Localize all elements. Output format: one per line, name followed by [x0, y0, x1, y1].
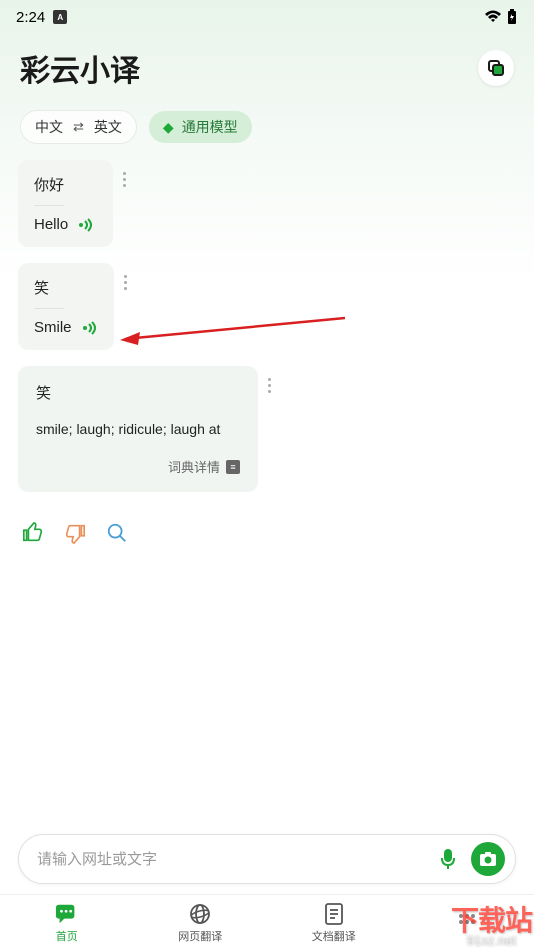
nav-doc[interactable]: 文档翻译 [267, 895, 401, 950]
url-text-input[interactable] [37, 851, 425, 868]
input-bar-container [0, 824, 534, 894]
grid-icon [456, 911, 478, 933]
language-row: 中文 ⇄ 英文 ◆ 通用模型 [0, 110, 534, 160]
translation-card[interactable]: 你好 Hello [18, 160, 113, 247]
translation-card-row: 你好 Hello [18, 160, 516, 247]
app-title: 彩云小译 [20, 46, 140, 90]
search-icon [106, 522, 128, 544]
more-menu[interactable] [124, 263, 127, 290]
dict-card-row: 笑 smile; laugh; ridicule; laugh at 词典详情 … [18, 366, 516, 492]
translation-card[interactable]: 笑 Smile [18, 263, 114, 350]
mic-icon [439, 848, 457, 870]
dict-detail-label: 词典详情 [168, 457, 220, 476]
book-icon: ≡ [226, 460, 240, 474]
globe-icon [188, 902, 212, 926]
language-selector[interactable]: 中文 ⇄ 英文 [20, 110, 137, 144]
thumbs-down-button[interactable] [64, 522, 86, 547]
swap-icon: ⇄ [73, 119, 84, 135]
feedback-actions [18, 508, 516, 561]
status-badge-icon: A [53, 10, 67, 24]
result-text: Smile [34, 319, 72, 336]
mic-button[interactable] [431, 842, 465, 876]
model-selector[interactable]: ◆ 通用模型 [149, 111, 252, 143]
camera-icon [479, 851, 497, 867]
speaker-icon[interactable] [78, 217, 94, 233]
lang-to: 英文 [94, 117, 122, 137]
more-menu[interactable] [268, 366, 271, 393]
battery-icon [506, 9, 518, 25]
source-text: 你好 [34, 174, 97, 195]
content-area: 你好 Hello 笑 Smile 笑 smile; laugh; ridicul… [0, 160, 534, 561]
model-label: 通用模型 [182, 117, 238, 137]
nav-label: 网页翻译 [178, 928, 222, 944]
nav-home[interactable]: 首页 [0, 895, 134, 950]
lang-from: 中文 [35, 117, 63, 137]
dict-detail-link[interactable]: 词典详情 ≡ [36, 457, 240, 476]
nav-more[interactable] [401, 895, 534, 950]
copy-icon [487, 59, 505, 77]
dict-source: 笑 [36, 382, 240, 403]
bottom-nav: 首页 网页翻译 文档翻译 [0, 894, 534, 950]
more-menu[interactable] [123, 160, 126, 187]
wifi-icon [484, 10, 502, 24]
result-text: Hello [34, 216, 68, 233]
status-time: 2:24 [16, 9, 45, 26]
camera-button[interactable] [471, 842, 505, 876]
search-button[interactable] [106, 522, 128, 547]
document-icon [324, 902, 344, 926]
nav-web[interactable]: 网页翻译 [134, 895, 268, 950]
copy-button[interactable] [478, 50, 514, 86]
diamond-icon: ◆ [163, 119, 174, 136]
dict-result: smile; laugh; ridicule; laugh at [36, 421, 240, 437]
header: 彩云小译 [0, 34, 534, 110]
nav-label: 文档翻译 [312, 928, 356, 944]
chat-icon [55, 902, 79, 926]
divider [34, 205, 64, 206]
input-bar [18, 834, 516, 884]
thumbs-down-icon [64, 522, 86, 544]
nav-label: 首页 [56, 928, 78, 944]
source-text: 笑 [34, 277, 98, 298]
speaker-icon[interactable] [82, 320, 98, 336]
dictionary-card[interactable]: 笑 smile; laugh; ridicule; laugh at 词典详情 … [18, 366, 258, 492]
thumbs-up-icon [22, 522, 44, 544]
divider [34, 308, 64, 309]
status-bar: 2:24 A [0, 0, 534, 34]
translation-card-row: 笑 Smile [18, 263, 516, 350]
thumbs-up-button[interactable] [22, 522, 44, 547]
